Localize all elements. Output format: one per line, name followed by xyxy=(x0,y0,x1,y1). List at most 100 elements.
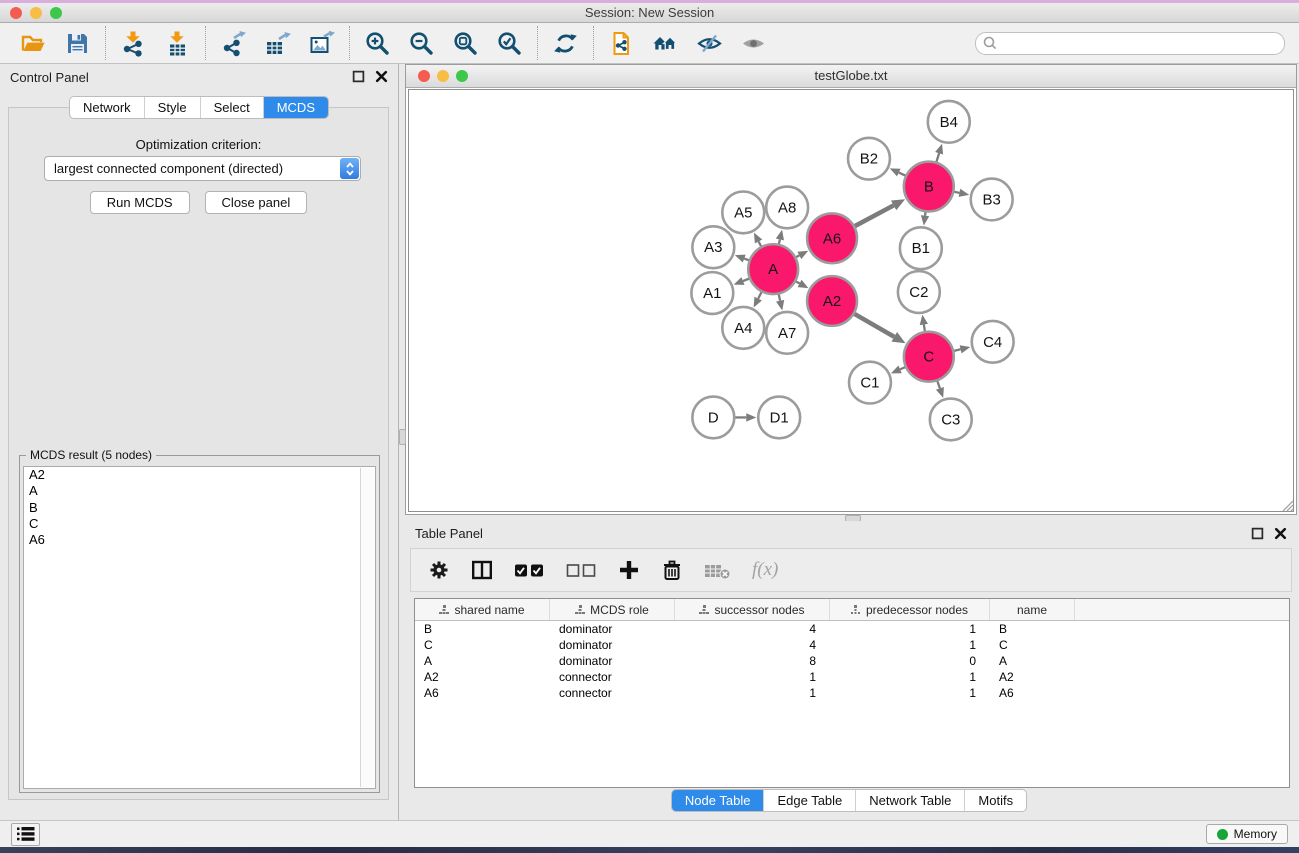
criterion-select[interactable]: largest connected component (directed) xyxy=(44,156,361,181)
task-history-button[interactable] xyxy=(11,823,40,846)
zoom-fit-icon[interactable] xyxy=(452,30,479,57)
network-close-button[interactable] xyxy=(418,70,430,82)
edge-arrowhead-icon xyxy=(921,215,929,225)
apply-layout-icon[interactable] xyxy=(552,30,579,57)
zoom-out-icon[interactable] xyxy=(408,30,435,57)
edge-A-A7[interactable] xyxy=(779,294,780,300)
edge-A-A4[interactable] xyxy=(758,292,761,298)
deselect-all-columns-icon[interactable] xyxy=(566,562,597,579)
close-panel-icon[interactable] xyxy=(375,70,388,83)
table-row[interactable]: Adominator80A xyxy=(415,653,1289,669)
close-panel-button[interactable]: Close panel xyxy=(205,191,308,214)
node-label-C: C xyxy=(923,349,934,366)
mcds-result-item[interactable]: C xyxy=(24,516,375,532)
tab-network-table[interactable]: Network Table xyxy=(855,790,964,811)
select-stepper[interactable] xyxy=(340,158,359,179)
export-network-icon[interactable] xyxy=(220,30,247,57)
export-table-icon[interactable] xyxy=(264,30,291,57)
table-cell: 4 xyxy=(675,621,830,637)
table-row[interactable]: A2connector11A2 xyxy=(415,669,1289,685)
add-column-icon[interactable] xyxy=(618,559,640,581)
hide-edge-details-icon[interactable] xyxy=(696,30,723,57)
table-row[interactable]: Cdominator41C xyxy=(415,637,1289,653)
resize-grip-icon[interactable] xyxy=(1280,498,1294,512)
close-panel-icon[interactable] xyxy=(1274,527,1287,540)
close-window-button[interactable] xyxy=(10,7,22,19)
open-file-icon[interactable] xyxy=(20,30,47,57)
edge-A-A3[interactable] xyxy=(744,259,749,261)
memory-button[interactable]: Memory xyxy=(1206,824,1288,844)
run-mcds-button[interactable]: Run MCDS xyxy=(90,191,190,214)
search-input[interactable] xyxy=(998,35,1278,51)
function-builder-icon[interactable]: f(x) xyxy=(752,559,778,581)
edge-A-A2[interactable] xyxy=(796,281,800,283)
edge-A6-B[interactable] xyxy=(855,205,894,226)
table-settings-gear-icon[interactable] xyxy=(428,559,450,581)
float-panel-icon[interactable] xyxy=(352,70,365,83)
node-label-A5: A5 xyxy=(734,204,752,221)
zoom-window-button[interactable] xyxy=(50,7,62,19)
table-row[interactable]: A6connector11A6 xyxy=(415,685,1289,701)
edge-A-A8[interactable] xyxy=(779,239,780,243)
delete-table-icon[interactable] xyxy=(704,561,731,580)
edge-B-B4[interactable] xyxy=(936,153,939,162)
network-window-titlebar[interactable]: testGlobe.txt xyxy=(406,65,1296,88)
mcds-result-group: MCDS result (5 nodes) A2ABCA6 xyxy=(19,455,380,793)
mcds-panel: Optimization criterion: largest connecte… xyxy=(8,107,389,800)
tab-motifs[interactable]: Motifs xyxy=(964,790,1026,811)
show-graphic-details-icon[interactable] xyxy=(740,30,767,57)
node-label-C1: C1 xyxy=(860,375,879,392)
float-panel-icon[interactable] xyxy=(1251,527,1264,540)
edge-A-A1[interactable] xyxy=(743,279,749,281)
column-header-predecessor-nodes[interactable]: predecessor nodes xyxy=(830,599,990,620)
column-header-mcds-role[interactable]: MCDS role xyxy=(550,599,675,620)
column-header-shared-name[interactable]: shared name xyxy=(415,599,550,620)
import-table-icon[interactable] xyxy=(164,30,191,57)
result-scrollbar[interactable] xyxy=(360,468,374,787)
table-panel-tabs: Node TableEdge TableNetwork TableMotifs xyxy=(671,789,1027,812)
table-cell: dominator xyxy=(550,621,675,637)
network-minimize-button[interactable] xyxy=(437,70,449,82)
edge-C-C4[interactable] xyxy=(954,349,961,351)
column-header-name[interactable]: name xyxy=(990,599,1075,620)
table-row[interactable]: Bdominator41B xyxy=(415,621,1289,637)
edge-C-C2[interactable] xyxy=(924,325,925,332)
mcds-result-item[interactable]: A xyxy=(24,483,375,499)
zoom-selected-icon[interactable] xyxy=(496,30,523,57)
import-network-icon[interactable] xyxy=(120,30,147,57)
table-cell: A2 xyxy=(415,669,550,685)
select-all-columns-icon[interactable] xyxy=(514,562,545,579)
memory-label: Memory xyxy=(1234,827,1277,841)
tab-mcds[interactable]: MCDS xyxy=(263,97,328,118)
create-network-from-selection-icon[interactable] xyxy=(608,30,635,57)
edge-B-B2[interactable] xyxy=(899,173,906,176)
edge-A2-C[interactable] xyxy=(855,314,895,337)
table-toolbar: f(x) xyxy=(410,548,1292,592)
delete-column-trash-icon[interactable] xyxy=(661,559,683,581)
network-canvas[interactable]: B4B2BB3A5A8A6A3B1AA1A2C2A4A7C4CC1DD1C3 xyxy=(408,89,1294,512)
edge-C-C1[interactable] xyxy=(900,367,905,369)
column-header-successor-nodes[interactable]: successor nodes xyxy=(675,599,830,620)
mcds-result-item[interactable]: A2 xyxy=(24,467,375,483)
tab-node-table[interactable]: Node Table xyxy=(672,790,764,811)
minimize-window-button[interactable] xyxy=(30,7,42,19)
tab-network[interactable]: Network xyxy=(70,97,144,118)
edge-A-A5[interactable] xyxy=(759,241,762,246)
mcds-result-item[interactable]: B xyxy=(24,500,375,516)
show-columns-icon[interactable] xyxy=(471,559,493,581)
network-graph[interactable]: B4B2BB3A5A8A6A3B1AA1A2C2A4A7C4CC1DD1C3 xyxy=(409,90,1293,511)
mcds-result-item[interactable]: A6 xyxy=(24,532,375,548)
zoom-in-icon[interactable] xyxy=(364,30,391,57)
vertical-splitter-handle[interactable] xyxy=(399,429,406,445)
edge-A-A6[interactable] xyxy=(796,255,799,257)
tab-edge-table[interactable]: Edge Table xyxy=(763,790,855,811)
tab-select[interactable]: Select xyxy=(200,97,263,118)
network-zoom-button[interactable] xyxy=(456,70,468,82)
table-header-row: shared nameMCDS rolesuccessor nodesprede… xyxy=(415,599,1289,621)
tab-style[interactable]: Style xyxy=(144,97,200,118)
edge-C-C3[interactable] xyxy=(937,381,940,388)
edge-B-B3[interactable] xyxy=(954,192,959,193)
show-home-panels-icon[interactable] xyxy=(652,30,679,57)
save-session-icon[interactable] xyxy=(64,30,91,57)
export-image-icon[interactable] xyxy=(308,30,335,57)
